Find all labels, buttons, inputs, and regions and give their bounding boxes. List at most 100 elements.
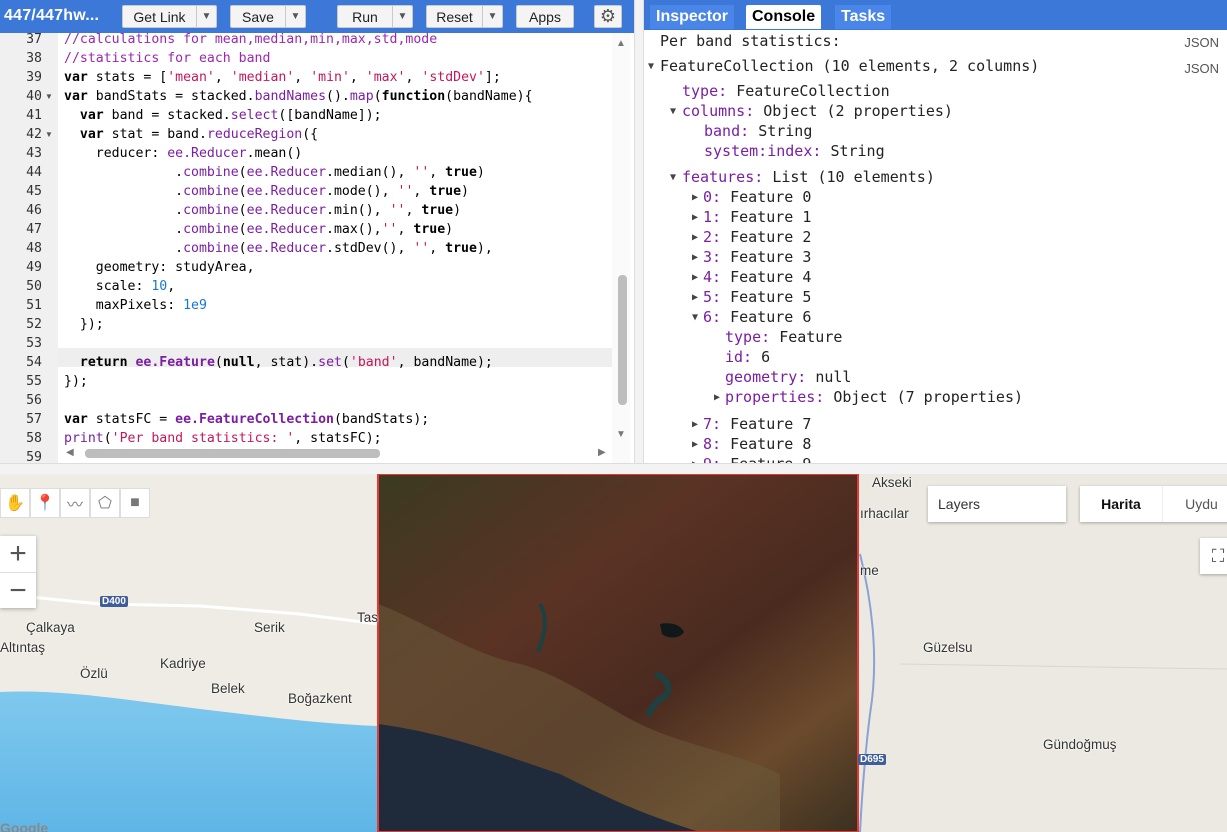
- right-panel-tabs: Inspector Console Tasks: [644, 0, 1227, 30]
- code-line[interactable]: //calculations for mean,median,min,max,s…: [64, 33, 437, 49]
- code-line[interactable]: print('Per band statistics: ', statsFC);: [64, 429, 382, 448]
- collapse-triangle-icon[interactable]: ▼: [648, 61, 654, 72]
- place-label: Tas: [357, 610, 379, 625]
- code-line[interactable]: .combine(ee.Reducer.min(), '', true): [64, 201, 461, 220]
- get-link-button[interactable]: Get Link ▼: [122, 5, 217, 28]
- code-line[interactable]: return ee.Feature(null, stat).set('band'…: [64, 353, 493, 372]
- chevron-down-icon[interactable]: ▼: [392, 6, 412, 27]
- chevron-down-icon[interactable]: ▼: [196, 6, 216, 27]
- tree-row-f6-type: type: Feature: [725, 327, 842, 347]
- place-label: ırhacılar: [860, 506, 909, 521]
- zoom-out-button[interactable]: −: [0, 572, 36, 608]
- terrain-east: [860, 474, 1227, 832]
- tree-row-band: band: String: [704, 121, 812, 141]
- save-button[interactable]: Save ▼: [230, 5, 306, 28]
- vertical-scroll-thumb[interactable]: [618, 275, 627, 405]
- apps-button[interactable]: Apps: [516, 5, 574, 28]
- feature-collection-summary[interactable]: FeatureCollection (10 elements, 2 column…: [660, 56, 1039, 76]
- tree-row-feature[interactable]: 2: Feature 2: [703, 227, 811, 247]
- collapse-triangle-icon[interactable]: ▼: [670, 172, 676, 183]
- code-line[interactable]: .combine(ee.Reducer.stdDev(), '', true),: [64, 239, 493, 258]
- code-line[interactable]: var statsFC = ee.FeatureCollection(bandS…: [64, 410, 429, 429]
- expand-triangle-icon[interactable]: ▶: [692, 232, 698, 243]
- code-editor[interactable]: 37 38 39 40 ▼ 41 42 ▼ 43 44 45 46 47 48 49 50 51 52 53 54 55…: [0, 33, 634, 463]
- reset-button[interactable]: Reset ▼: [426, 5, 503, 28]
- fullscreen-icon[interactable]: ⛶: [1200, 538, 1227, 574]
- pan-hand-icon[interactable]: ✋: [0, 488, 30, 518]
- expand-triangle-icon[interactable]: ▶: [692, 272, 698, 283]
- expand-triangle-icon[interactable]: ▶: [692, 212, 698, 223]
- line-number: 40: [26, 89, 42, 104]
- chevron-down-icon[interactable]: ▼: [482, 6, 502, 27]
- code-line[interactable]: var band = stacked.select([bandName]);: [64, 106, 382, 125]
- code-line[interactable]: });: [64, 372, 88, 391]
- tree-row-feature[interactable]: 9: Feature 9: [703, 454, 811, 463]
- scroll-left-icon[interactable]: ◀: [66, 447, 74, 458]
- code-line[interactable]: geometry: studyArea,: [64, 258, 255, 277]
- code-line[interactable]: .combine(ee.Reducer.median(), '', true): [64, 163, 485, 182]
- horizontal-scroll-thumb[interactable]: [85, 449, 380, 458]
- tree-row-feature[interactable]: 3: Feature 3: [703, 247, 811, 267]
- scroll-up-icon[interactable]: ▲: [616, 38, 626, 49]
- line-number: 41: [26, 108, 42, 123]
- tree-row-feature[interactable]: 4: Feature 4: [703, 267, 811, 287]
- run-button[interactable]: Run ▼: [337, 5, 413, 28]
- code-line[interactable]: reducer: ee.Reducer.mean(): [64, 144, 302, 163]
- gear-icon[interactable]: ⚙: [594, 5, 622, 28]
- tab-tasks[interactable]: Tasks: [835, 5, 892, 29]
- expand-triangle-icon[interactable]: ▶: [692, 439, 698, 450]
- zoom-in-button[interactable]: +: [0, 536, 36, 572]
- tree-row-feature[interactable]: 1: Feature 1: [703, 207, 811, 227]
- tab-console[interactable]: Console: [746, 5, 822, 29]
- scroll-down-icon[interactable]: ▼: [616, 429, 626, 440]
- line-number: 47: [26, 222, 42, 237]
- expand-triangle-icon[interactable]: ▶: [692, 292, 698, 303]
- tree-row-feature[interactable]: 6: Feature 6: [703, 307, 811, 327]
- collapse-triangle-icon[interactable]: ▼: [670, 106, 676, 117]
- code-line[interactable]: var stats = ['mean', 'median', 'min', 'm…: [64, 68, 501, 87]
- chevron-down-icon[interactable]: ▼: [285, 6, 305, 27]
- map-type-uydu[interactable]: Uydu: [1162, 486, 1227, 522]
- rectangle-icon[interactable]: ■: [120, 488, 150, 518]
- collapse-triangle-icon[interactable]: ▼: [692, 312, 698, 323]
- map-view[interactable]: ✋ 📍 〰 ⬠ ■ + − D400 D695 Akseki ırhacılar…: [0, 474, 1227, 832]
- tree-row-features[interactable]: features: List (10 elements): [682, 167, 935, 187]
- tree-row-f6-properties[interactable]: properties: Object (7 properties): [725, 387, 1023, 407]
- horizontal-splitter[interactable]: [0, 463, 1227, 474]
- code-line[interactable]: scale: 10,: [64, 277, 175, 296]
- json-link[interactable]: JSON: [1184, 35, 1219, 50]
- map-type-harita[interactable]: Harita: [1080, 486, 1162, 522]
- layers-button[interactable]: Layers: [928, 486, 1066, 522]
- tree-row-feature[interactable]: 7: Feature 7: [703, 414, 811, 434]
- code-line[interactable]: });: [64, 315, 104, 334]
- script-title[interactable]: 447/447hw...: [4, 7, 99, 25]
- tree-row-columns[interactable]: columns: Object (2 properties): [682, 101, 953, 121]
- value: 6: [761, 348, 771, 366]
- scroll-right-icon[interactable]: ▶: [598, 447, 606, 458]
- json-link[interactable]: JSON: [1184, 61, 1219, 76]
- point-marker-icon[interactable]: 📍: [30, 488, 60, 518]
- key: id:: [725, 348, 753, 366]
- code-line[interactable]: //statistics for each band: [64, 49, 270, 68]
- tree-row-feature[interactable]: 0: Feature 0: [703, 187, 811, 207]
- fold-triangle-icon[interactable]: ▼: [45, 87, 53, 106]
- tree-row-feature[interactable]: 5: Feature 5: [703, 287, 811, 307]
- vertical-splitter[interactable]: [634, 0, 644, 463]
- tree-row-type: type: FeatureCollection: [682, 81, 890, 101]
- fold-triangle-icon[interactable]: ▼: [45, 125, 53, 144]
- code-line[interactable]: var stat = band.reduceRegion({: [64, 125, 318, 144]
- expand-triangle-icon[interactable]: ▶: [692, 252, 698, 263]
- polyline-icon[interactable]: 〰: [60, 488, 90, 518]
- expand-triangle-icon[interactable]: ▶: [692, 419, 698, 430]
- expand-triangle-icon[interactable]: ▶: [692, 192, 698, 203]
- code-line[interactable]: maxPixels: 1e9: [64, 296, 207, 315]
- line-number: 45: [26, 184, 42, 199]
- code-line[interactable]: .combine(ee.Reducer.max(),'', true): [64, 220, 453, 239]
- tree-row-feature[interactable]: 8: Feature 8: [703, 434, 811, 454]
- line-number: 51: [26, 298, 42, 313]
- code-line[interactable]: .combine(ee.Reducer.mode(), '', true): [64, 182, 469, 201]
- tab-inspector[interactable]: Inspector: [650, 5, 735, 29]
- polygon-icon[interactable]: ⬠: [90, 488, 120, 518]
- expand-triangle-icon[interactable]: ▶: [714, 392, 720, 403]
- code-line[interactable]: var bandStats = stacked.bandNames().map(…: [64, 87, 533, 106]
